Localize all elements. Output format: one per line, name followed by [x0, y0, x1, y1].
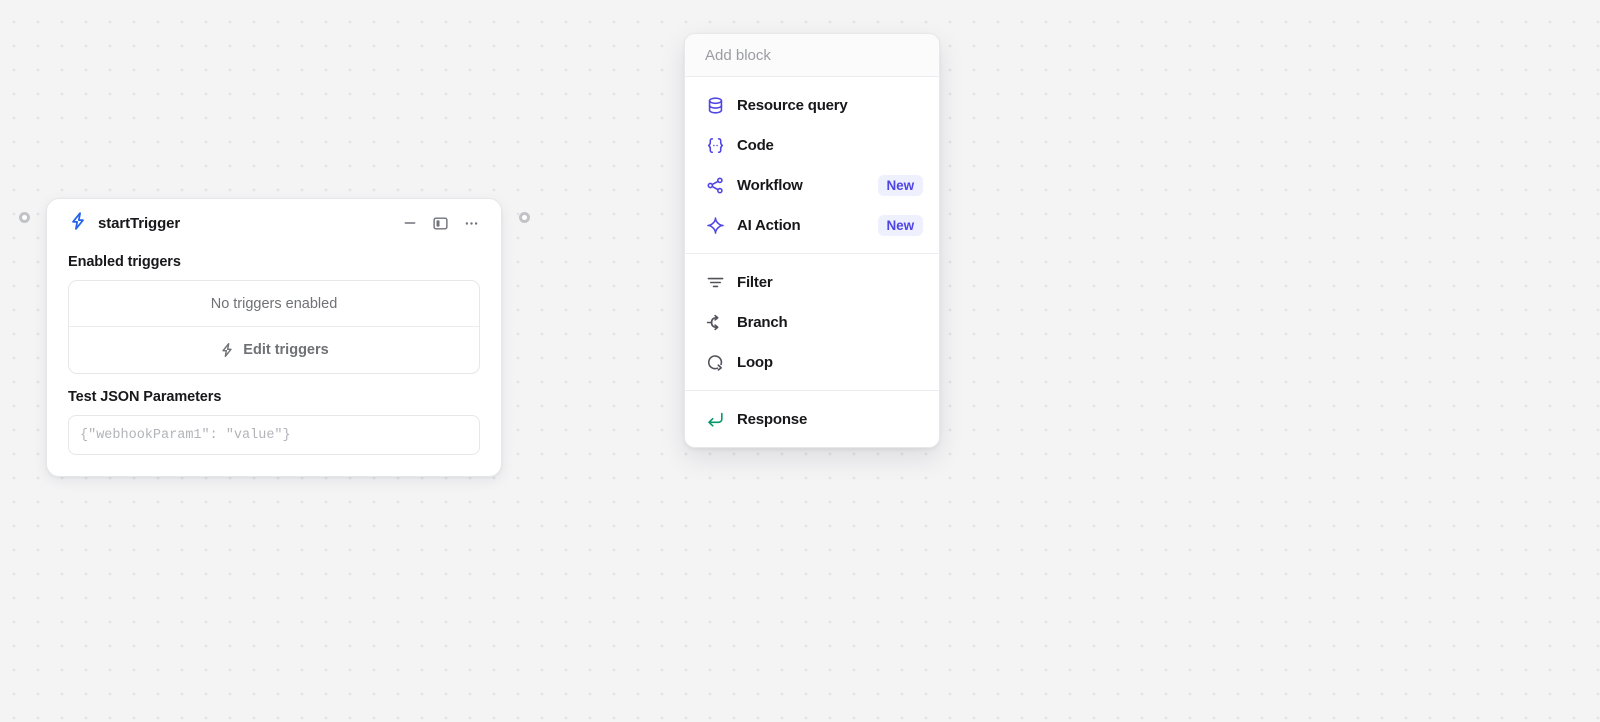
menu-item-filter[interactable]: Filter [685, 262, 939, 302]
node-header-actions [402, 215, 480, 232]
menu-item-label: Filter [737, 273, 773, 291]
menu-item-label: Loop [737, 353, 773, 371]
menu-item-code[interactable]: Code [685, 125, 939, 165]
node-card-start-trigger[interactable]: startTrigger Enabled triggers No trigger… [46, 198, 502, 477]
minimize-icon[interactable] [402, 215, 418, 231]
menu-group-response: Response [685, 390, 939, 447]
menu-item-response[interactable]: Response [685, 399, 939, 439]
workflow-canvas[interactable]: startTrigger Enabled triggers No trigger… [0, 0, 1600, 722]
triggers-box: No triggers enabled Edit triggers [68, 280, 480, 374]
node-title: startTrigger [98, 214, 181, 232]
return-arrow-icon [705, 409, 725, 429]
menu-item-label: Branch [737, 313, 788, 331]
sparkle-icon [705, 215, 725, 235]
test-json-parameters-label: Test JSON Parameters [68, 389, 222, 405]
menu-item-label: Workflow [737, 176, 803, 194]
enabled-triggers-label: Enabled triggers [68, 254, 181, 270]
status-badge-new: New [877, 174, 923, 196]
menu-item-label: Response [737, 410, 808, 428]
code-braces-icon [705, 135, 725, 155]
branch-icon [705, 312, 725, 332]
add-block-search-input[interactable] [705, 46, 919, 64]
menu-item-workflow[interactable]: Workflow New [685, 165, 939, 205]
menu-item-label: Resource query [737, 96, 848, 114]
edit-triggers-label: Edit triggers [243, 342, 329, 358]
menu-item-resource-query[interactable]: Resource query [685, 85, 939, 125]
panel-left-icon[interactable] [432, 215, 449, 232]
test-json-parameters-input[interactable] [68, 415, 480, 455]
status-badge-new: New [877, 214, 923, 236]
share-nodes-icon [705, 175, 725, 195]
lightning-bolt-icon [68, 211, 88, 236]
database-icon [705, 95, 725, 115]
edit-triggers-button[interactable]: Edit triggers [69, 327, 479, 373]
loop-icon [705, 352, 725, 372]
filter-icon [705, 272, 725, 292]
input-handle[interactable] [19, 212, 30, 223]
menu-item-label: Code [737, 136, 774, 154]
ellipsis-icon[interactable] [463, 215, 480, 232]
menu-item-ai-action[interactable]: AI Action New [685, 205, 939, 245]
menu-item-branch[interactable]: Branch [685, 302, 939, 342]
no-triggers-text: No triggers enabled [69, 281, 479, 327]
node-header: startTrigger [68, 199, 480, 239]
menu-item-loop[interactable]: Loop [685, 342, 939, 382]
output-handle[interactable] [519, 212, 530, 223]
add-block-menu[interactable]: Resource query Code [684, 33, 940, 448]
lightning-bolt-icon [219, 342, 235, 358]
menu-group-control-flow: Filter Branch Loop [685, 253, 939, 390]
menu-group-blocks: Resource query Code Workflow New AI Acti… [685, 77, 939, 253]
add-block-search[interactable] [685, 34, 939, 77]
menu-item-label: AI Action [737, 216, 801, 234]
